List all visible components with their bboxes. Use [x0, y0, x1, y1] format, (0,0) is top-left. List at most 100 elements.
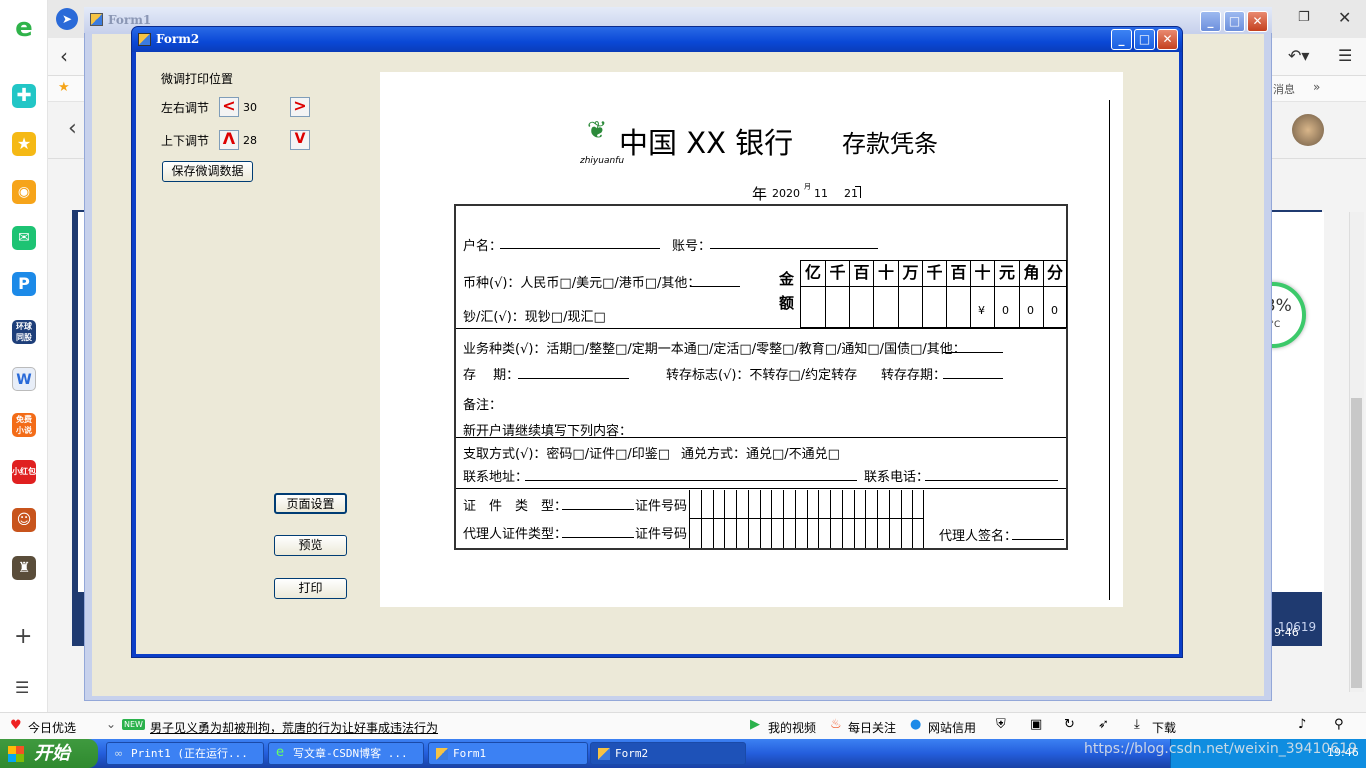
task-form2[interactable]: Form2 — [590, 742, 746, 765]
ud-down-button[interactable]: V — [290, 130, 310, 150]
amount-value-cell: ¥ — [978, 304, 985, 317]
plus-icon[interactable]: ✚ — [12, 84, 36, 108]
undo-icon[interactable]: ↶▾ — [1288, 46, 1309, 65]
id-grid-divider — [712, 490, 714, 548]
star-icon[interactable]: ★ — [12, 132, 36, 156]
task-print1[interactable]: Print1 (正在运行... — [106, 742, 264, 765]
sound-icon[interactable]: ♪ — [1298, 717, 1306, 732]
date-month-label: 月 — [804, 182, 811, 191]
form1-app-icon — [90, 13, 103, 26]
task-form1[interactable]: Form1 — [428, 742, 588, 765]
amount-label-1: 金 — [779, 270, 795, 288]
lr-increase-button[interactable]: > — [290, 97, 310, 117]
save-adjust-button[interactable]: 保存微调数据 — [162, 161, 253, 182]
fav-more-icon[interactable]: » — [1313, 80, 1320, 94]
print-button[interactable]: 打印 — [274, 578, 347, 599]
shield-icon[interactable]: ⛨ — [996, 717, 1006, 732]
image-icon[interactable]: ▣ — [1030, 717, 1042, 732]
page-setup-button[interactable]: 页面设置 — [274, 493, 347, 514]
avatar[interactable] — [1292, 114, 1324, 146]
id-grid-divider — [841, 490, 843, 548]
preview-button[interactable]: 预览 — [274, 535, 347, 556]
grid-label[interactable]: 田▾ — [1274, 576, 1291, 592]
back-icon[interactable]: ‹ — [60, 44, 68, 68]
address-field — [525, 469, 857, 481]
slip-right-rule — [1109, 100, 1110, 600]
amount-header-cell: 亿 — [800, 260, 825, 328]
news-headline[interactable]: 男子见义勇为却被刑拘，荒唐的行为让好事成违法行为 — [150, 719, 438, 736]
amount-header-cell: 百 — [849, 260, 873, 328]
term-field — [518, 367, 629, 379]
form1-maximize-button[interactable]: □ — [1224, 11, 1245, 32]
form2-minimize-button[interactable]: _ — [1111, 29, 1132, 50]
address-label: 联系地址： — [463, 470, 529, 485]
slip-title: 存款凭条 — [842, 130, 938, 158]
chevron-down-icon[interactable]: ⌄ — [106, 717, 116, 731]
my-video[interactable]: 我的视频 — [768, 719, 816, 736]
amount-header-cell: 十 — [873, 260, 898, 328]
ud-up-button[interactable]: Λ — [219, 130, 239, 150]
id-grid-divider — [853, 490, 855, 548]
refresh-icon[interactable]: ↻ — [1064, 717, 1075, 732]
site-credit[interactable]: 网站信用 — [928, 719, 976, 736]
ie-logo-icon[interactable]: e — [12, 15, 36, 41]
restore-icon[interactable]: ❐ — [1298, 10, 1310, 25]
fav-star-icon[interactable]: ★ — [58, 80, 70, 95]
drop-icon: ● — [910, 717, 922, 732]
account-name-label: 户名： — [463, 239, 503, 254]
form2-maximize-button[interactable]: □ — [1134, 29, 1155, 50]
exchange-label: 通兑方式：通兑□/不通兑□ — [681, 447, 840, 462]
form2-titlebar[interactable]: Form2 _ □ ✕ — [132, 27, 1182, 52]
fav-message[interactable]: 消息 — [1273, 81, 1295, 97]
account-no-field — [710, 237, 878, 249]
download-icon[interactable]: ⤓ — [1134, 717, 1140, 732]
more-menu-icon[interactable]: ☰ — [1338, 46, 1352, 65]
doc-icon[interactable]: W — [12, 367, 36, 391]
news-bar: ♥ 今日优选 ⌄ NEW 男子见义勇为却被刑拘，荒唐的行为让好事成违法行为 ▶ … — [0, 712, 1366, 739]
game2-icon[interactable]: ♜ — [12, 556, 36, 580]
xiaohongbao-icon[interactable]: 小红包 — [12, 460, 36, 484]
start-button[interactable]: 开始 — [0, 739, 98, 768]
menu-icon[interactable]: ☰ — [15, 678, 29, 697]
task-csdn[interactable]: 写文章-CSDN博客 ... — [268, 742, 424, 765]
amount-grid-right — [1066, 260, 1067, 328]
business-other-field — [943, 341, 1003, 353]
phone-label: 联系电话： — [864, 470, 930, 485]
form2-close-button[interactable]: ✕ — [1157, 29, 1178, 50]
amount-header-cell: 万 — [898, 260, 922, 328]
date-year: 2020 — [772, 187, 800, 200]
slip-section-rule-3 — [456, 488, 1066, 489]
form1-minimize-button[interactable]: _ — [1200, 11, 1221, 32]
form1-close-button[interactable]: ✕ — [1247, 11, 1268, 32]
p-icon[interactable]: P — [12, 272, 36, 296]
id-no-label: 证件号码 — [635, 499, 688, 514]
cash-label: 钞/汇(√)：现钞□/现汇□ — [463, 310, 606, 325]
id-grid-divider — [912, 490, 914, 548]
mail-icon[interactable]: ✉ — [12, 226, 36, 250]
rollover-term-label: 转存存期： — [881, 368, 947, 383]
free-novel-icon[interactable]: 免费 小说 — [12, 413, 36, 437]
date-year-label: 年 — [752, 185, 768, 203]
amount-label-2: 额 — [779, 294, 795, 312]
ud-value: 28 — [243, 134, 257, 147]
search-icon[interactable]: ⚲ — [1334, 717, 1344, 732]
location-icon[interactable]: ➤ — [56, 8, 78, 30]
page-back-icon[interactable]: ‹ — [68, 116, 77, 141]
new-badge: NEW — [122, 719, 145, 730]
lr-decrease-button[interactable]: < — [219, 97, 239, 117]
weibo-icon[interactable]: ◉ — [12, 180, 36, 204]
term-label: 存 期： — [463, 368, 520, 383]
today-picks[interactable]: 今日优选 — [28, 719, 76, 736]
browser-close-icon[interactable]: ✕ — [1338, 8, 1351, 27]
daily-focus[interactable]: 每日关注 — [848, 719, 896, 736]
huanqiu-icon[interactable]: 环球 同股 — [12, 320, 36, 344]
id-grid-divider — [724, 490, 726, 548]
browser-scroll-thumb[interactable] — [1351, 398, 1362, 688]
download-label[interactable]: 下载 — [1152, 719, 1176, 736]
id-grid-divider — [700, 490, 702, 548]
game-icon[interactable]: ☺ — [12, 508, 36, 532]
windows-logo-icon — [8, 746, 24, 762]
rocket-icon[interactable]: ➶ — [1098, 717, 1109, 732]
adjust-section-label: 微调打印位置 — [161, 72, 234, 86]
add-icon[interactable]: + — [14, 624, 32, 649]
